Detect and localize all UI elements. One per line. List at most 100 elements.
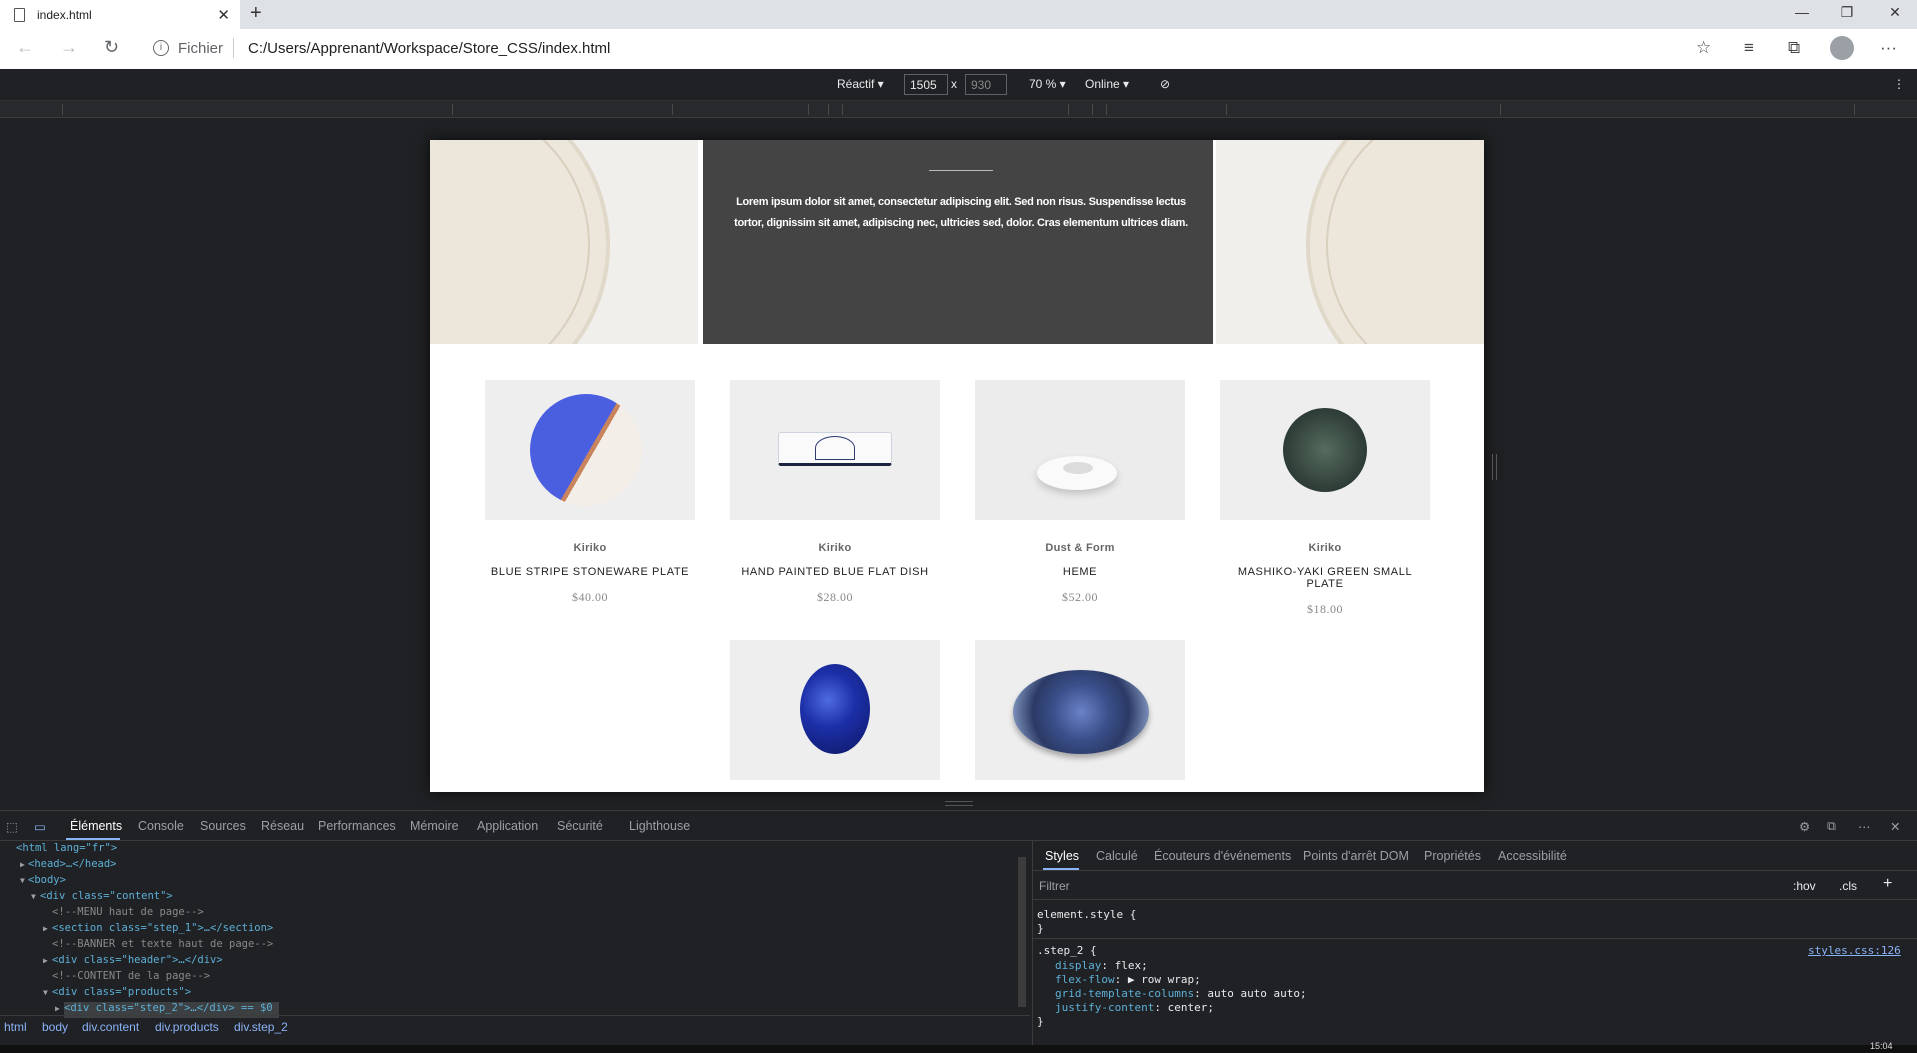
product-card[interactable]: Kiriko MASHIKO-YAKI GREEN SMALL PLATE $1… [1220, 380, 1430, 617]
tab-computed[interactable]: Calculé [1096, 849, 1138, 863]
dom-node[interactable]: <div class="header">…</div> [52, 954, 223, 970]
product-image[interactable] [485, 380, 695, 520]
browser-tab[interactable]: index.html ✕ [0, 0, 240, 29]
zoom-select[interactable]: 70 % ▾ [1029, 77, 1066, 91]
tab-security[interactable]: Sécurité [557, 819, 603, 833]
tab-application[interactable]: Application [477, 819, 538, 833]
add-rule-icon[interactable]: + [1883, 875, 1892, 893]
styles-pane[interactable]: element.style { } .step_2 { styles.css:1… [1033, 900, 1917, 1030]
tab-network[interactable]: Réseau [261, 819, 304, 833]
product-image[interactable] [730, 380, 940, 520]
refresh-icon[interactable]: ↻ [104, 37, 119, 58]
rule-selector[interactable]: .step_2 { [1037, 944, 1097, 957]
css-value[interactable]: center; [1168, 1001, 1214, 1014]
breadcrumb-item[interactable]: html [4, 1020, 27, 1034]
forward-icon[interactable]: → [60, 37, 78, 58]
breadcrumb-item[interactable]: div.products [155, 1020, 219, 1034]
element-style-selector[interactable]: element.style { [1037, 908, 1136, 921]
close-devtools-icon[interactable]: ✕ [1890, 819, 1900, 834]
network-select[interactable]: Online ▾ [1085, 77, 1129, 91]
product-name[interactable]: MASHIKO-YAKI GREEN SMALL PLATE [1220, 566, 1430, 590]
breadcrumb-item[interactable]: div.step_2 [234, 1020, 288, 1034]
star-icon[interactable]: ☆ [1696, 38, 1711, 58]
product-card[interactable]: Kiriko HAND PAINTED BLUE FLAT DISH $28.0… [730, 380, 940, 605]
collapse-icon[interactable]: ▼ [31, 892, 36, 908]
cls-button[interactable]: .cls [1839, 879, 1857, 893]
product-card[interactable]: Dust & Form HEME $52.00 [975, 380, 1185, 605]
dom-tree[interactable]: <html lang="fr"> <head>…</head> <body> <… [0, 842, 1020, 1027]
devtools-more-icon[interactable]: ⋯ [1858, 819, 1871, 834]
css-value[interactable]: ▶ row wrap; [1128, 973, 1201, 986]
media-query-ruler[interactable] [0, 101, 1917, 118]
tab-memory[interactable]: Mémoire [410, 819, 459, 833]
device-toggle-icon[interactable]: ▭ [34, 819, 46, 834]
tab-sources[interactable]: Sources [200, 819, 246, 833]
expand-icon[interactable]: ▶ [20, 860, 25, 876]
minimize-icon[interactable]: — [1787, 4, 1817, 20]
height-input[interactable]: 930 [965, 74, 1007, 95]
dom-node[interactable]: <body> [28, 874, 66, 890]
inspect-icon[interactable]: ⬚ [6, 819, 18, 834]
collections-icon[interactable]: ⧉ [1788, 38, 1800, 58]
dom-scrollbar[interactable] [1018, 857, 1026, 1007]
resize-handle-vertical[interactable] [1492, 454, 1497, 480]
device-more-icon[interactable]: ⋮ [1893, 77, 1905, 91]
tab-console[interactable]: Console [138, 819, 184, 833]
css-value[interactable]: flex; [1115, 959, 1148, 972]
back-icon[interactable]: ← [16, 37, 34, 58]
width-input[interactable]: 1505 [904, 74, 948, 95]
breadcrumb-item[interactable]: div.content [82, 1020, 139, 1034]
product-image[interactable] [1220, 380, 1430, 520]
collapse-icon[interactable]: ▼ [20, 876, 25, 892]
product-name[interactable]: BLUE STRIPE STONEWARE PLATE [485, 566, 695, 578]
info-icon[interactable]: i [153, 40, 169, 56]
tab-performance[interactable]: Performances [318, 819, 396, 833]
tab-dom-breakpoints[interactable]: Points d'arrêt DOM [1303, 849, 1409, 863]
product-card[interactable]: Kiriko BLUE STRIPE STONEWARE PLATE $40.0… [485, 380, 695, 605]
rotate-icon[interactable]: ⊘ [1160, 77, 1170, 91]
expand-icon[interactable]: ▶ [43, 924, 48, 940]
dom-node[interactable]: <section class="step_1">…</section> [52, 922, 273, 938]
product-image[interactable] [730, 640, 940, 780]
tab-elements[interactable]: Éléments [70, 819, 122, 833]
favorites-icon[interactable]: ≡ [1744, 38, 1754, 58]
resize-handle-horizontal[interactable] [945, 801, 973, 806]
filter-input[interactable]: Filtrer [1039, 879, 1070, 893]
product-name[interactable]: HAND PAINTED BLUE FLAT DISH [730, 566, 940, 578]
product-image[interactable] [975, 640, 1185, 780]
dom-node[interactable]: <head>…</head> [28, 858, 117, 874]
stylesheet-link[interactable]: styles.css:126 [1808, 944, 1901, 957]
product-name[interactable]: HEME [975, 566, 1185, 578]
breadcrumb-item[interactable]: body [42, 1020, 68, 1034]
dom-node[interactable]: <div class="content"> [40, 890, 173, 906]
dom-comment[interactable]: <!--BANNER et texte haut de page--> [52, 938, 273, 954]
product-card[interactable] [730, 640, 940, 780]
profile-avatar[interactable] [1830, 36, 1854, 60]
close-tab-icon[interactable]: ✕ [217, 6, 230, 24]
close-window-icon[interactable]: ✕ [1880, 4, 1910, 21]
address-input[interactable]: C:/Users/Apprenant/Workspace/Store_CSS/i… [248, 40, 610, 57]
restore-icon[interactable]: ❐ [1832, 4, 1862, 21]
css-value[interactable]: auto auto auto; [1207, 987, 1306, 1000]
css-property[interactable]: flex-flow [1055, 973, 1115, 986]
product-image[interactable] [975, 380, 1185, 520]
tab-accessibility[interactable]: Accessibilité [1498, 849, 1567, 863]
expand-icon[interactable]: ▶ [43, 956, 48, 972]
collapse-icon[interactable]: ▼ [43, 988, 48, 1004]
dom-comment[interactable]: <!--CONTENT de la page--> [52, 970, 210, 986]
new-tab-icon[interactable]: + [250, 2, 262, 25]
tab-properties[interactable]: Propriétés [1424, 849, 1481, 863]
css-property[interactable]: grid-template-columns [1055, 987, 1194, 1000]
hov-button[interactable]: :hov [1793, 879, 1816, 893]
tab-event-listeners[interactable]: Écouteurs d'événements [1154, 849, 1291, 863]
more-icon[interactable]: ··· [1880, 38, 1897, 58]
dom-comment[interactable]: <!--MENU haut de page--> [52, 906, 204, 922]
feedback-icon[interactable]: ⧉ [1827, 819, 1836, 834]
product-card[interactable] [975, 640, 1185, 780]
settings-icon[interactable]: ⚙ [1799, 819, 1810, 834]
css-property[interactable]: justify-content [1055, 1001, 1154, 1014]
css-property[interactable]: display [1055, 959, 1101, 972]
tab-styles[interactable]: Styles [1045, 849, 1079, 863]
device-mode-select[interactable]: Réactif ▾ [837, 77, 884, 91]
tab-lighthouse[interactable]: Lighthouse [629, 819, 690, 833]
